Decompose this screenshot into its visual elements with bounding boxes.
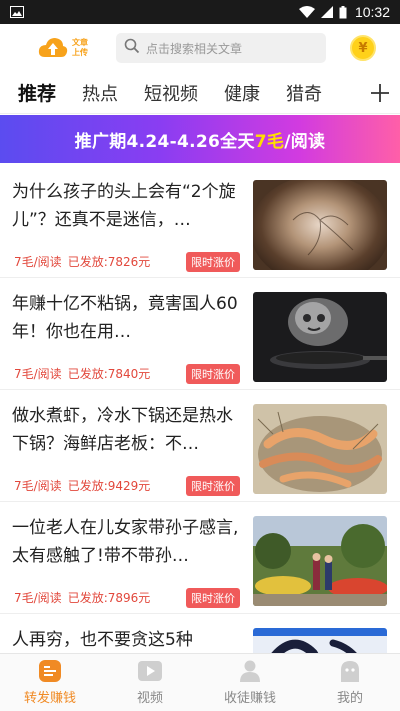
- wifi-icon: [298, 6, 315, 18]
- top-bar: 文章上传 点击搜索相关文章 ¥: [0, 24, 400, 72]
- promo-suffix: /阅读: [284, 131, 326, 152]
- article-price: 7毛/阅读: [14, 367, 62, 381]
- search-icon: [124, 38, 140, 58]
- tab-short-video[interactable]: 短视频: [144, 80, 198, 106]
- nav-recruit-earn[interactable]: 收徒赚钱: [200, 654, 300, 711]
- price-up-badge: 限时涨价: [186, 588, 240, 608]
- article-price: 7毛/阅读: [14, 255, 62, 269]
- bottom-nav: 转发赚钱 视频 收徒赚钱 我的: [0, 653, 400, 711]
- shrimp-image: [253, 404, 387, 494]
- logo-text: 文章上传: [72, 38, 88, 57]
- article-item[interactable]: 为什么孩子的头上会有“2个旋儿”？还真不是迷信，… 7毛/阅读 已发放:7826…: [0, 166, 400, 278]
- status-time: 10:32: [354, 4, 390, 20]
- promo-highlight: 7毛: [254, 131, 285, 152]
- nav-video[interactable]: 视频: [100, 654, 200, 711]
- upload-logo[interactable]: 文章上传: [38, 37, 108, 59]
- price-up-badge: 限时涨价: [186, 476, 240, 496]
- garden-couple-image: [253, 516, 387, 606]
- signal-icon: [320, 6, 333, 18]
- battery-icon: [339, 5, 347, 19]
- add-tab-icon[interactable]: [360, 72, 400, 113]
- status-bar: 10:32: [0, 0, 400, 24]
- article-item[interactable]: 做水煮虾，冷水下锅还是热水下锅？海鲜店老板：不… 7毛/阅读 已发放:9429元…: [0, 390, 400, 502]
- nav-label: 视频: [136, 690, 163, 706]
- article-item[interactable]: 年赚十亿不粘锅，竟害国人60年！你也在用… 7毛/阅读 已发放:7840元 限时…: [0, 278, 400, 390]
- article-title: 做水煮虾，冷水下锅还是热水下锅？海鲜店老板：不…: [12, 406, 233, 454]
- article-issued: 已发放:9429元: [67, 479, 151, 493]
- promo-prefix: 推广期4.24-4.26全天: [74, 131, 255, 152]
- category-tabs: 推荐 热点 短视频 健康 猎奇: [0, 72, 400, 114]
- cloud-upload-icon: [38, 37, 68, 59]
- tab-hot[interactable]: 热点: [82, 80, 118, 106]
- user-icon: [238, 660, 262, 682]
- article-title: 一位老人在儿女家带孙子感言,太有感触了!带不带孙…: [12, 518, 239, 566]
- nav-label: 收徒赚钱: [223, 690, 276, 706]
- profile-icon: [338, 660, 362, 682]
- tab-curiosity[interactable]: 猎奇: [286, 80, 322, 106]
- image-notification-icon: [10, 6, 24, 18]
- nav-label: 转发赚钱: [23, 690, 76, 706]
- article-title: 人再穷，也不要贪这5种: [12, 630, 193, 650]
- coin-icon[interactable]: ¥: [350, 35, 376, 61]
- price-up-badge: 限时涨价: [186, 252, 240, 272]
- search-placeholder: 点击搜索相关文章: [146, 41, 243, 56]
- article-feed[interactable]: 为什么孩子的头上会有“2个旋儿”？还真不是迷信，… 7毛/阅读 已发放:7826…: [0, 166, 400, 653]
- article-issued: 已发放:7826元: [67, 255, 151, 269]
- article-price: 7毛/阅读: [14, 479, 62, 493]
- article-meta: 7毛/阅读 已发放:9429元: [14, 477, 150, 494]
- article-issued: 已发放:7840元: [67, 367, 151, 381]
- promo-banner[interactable]: 推广期4.24-4.26全天 7毛/阅读: [0, 115, 400, 163]
- nav-label: 我的: [336, 690, 363, 706]
- article-item[interactable]: 一位老人在儿女家带孙子感言,太有感触了!带不带孙… 7毛/阅读 已发放:7896…: [0, 502, 400, 614]
- ink-painting-image: [253, 628, 387, 653]
- nav-share-earn[interactable]: 转发赚钱: [0, 654, 100, 711]
- share-earn-icon: [38, 659, 62, 682]
- search-input[interactable]: 点击搜索相关文章: [116, 33, 326, 63]
- price-up-badge: 限时涨价: [186, 364, 240, 384]
- article-price: 7毛/阅读: [14, 591, 62, 605]
- tab-health[interactable]: 健康: [224, 80, 260, 106]
- article-meta: 7毛/阅读 已发放:7896元: [14, 589, 150, 606]
- article-item[interactable]: 人再穷，也不要贪这5种: [0, 614, 400, 653]
- smoking-pan-image: [253, 292, 387, 382]
- nav-profile[interactable]: 我的: [300, 654, 400, 711]
- article-meta: 7毛/阅读 已发放:7826元: [14, 253, 150, 270]
- article-title: 为什么孩子的头上会有“2个旋儿”？还真不是迷信，…: [12, 182, 236, 230]
- tab-recommend[interactable]: 推荐: [18, 79, 56, 106]
- article-issued: 已发放:7896元: [67, 591, 151, 605]
- video-icon: [138, 660, 162, 682]
- article-title: 年赚十亿不粘锅，竟害国人60年！你也在用…: [12, 294, 238, 342]
- hair-whorl-image: [253, 180, 387, 270]
- article-meta: 7毛/阅读 已发放:7840元: [14, 365, 150, 382]
